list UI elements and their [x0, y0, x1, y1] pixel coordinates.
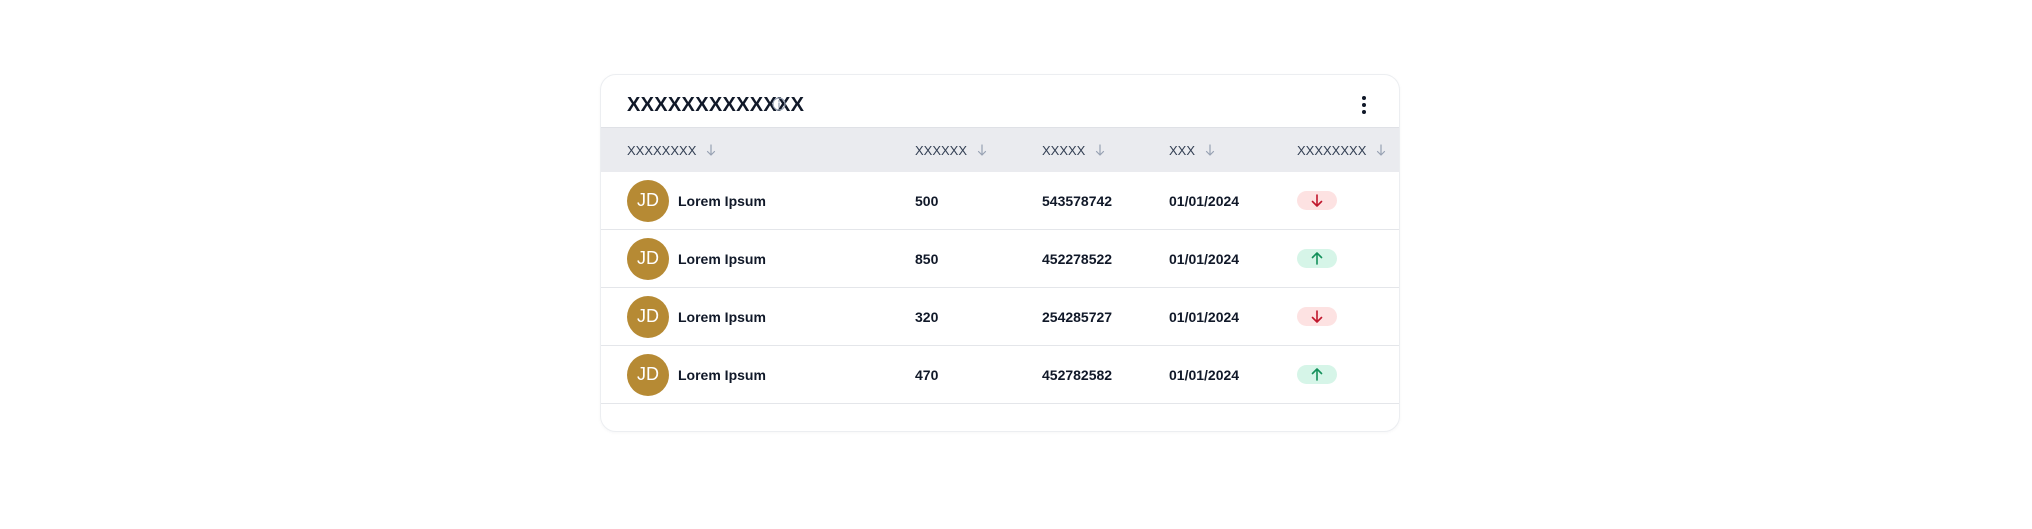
trend-badge [1297, 307, 1337, 326]
card-header: XXXXXXXXXXXXX [601, 75, 1399, 127]
value-cell: 470 [915, 366, 939, 383]
arrow-up-icon [1311, 368, 1323, 381]
value-cell: 320 [915, 308, 939, 325]
kebab-menu-icon[interactable] [1359, 95, 1369, 115]
arrow-down-icon[interactable] [977, 144, 987, 156]
column-header-2[interactable]: XXXXXX [915, 128, 987, 172]
trend-badge [1297, 249, 1337, 268]
column-header-1[interactable]: XXXXXXXX [627, 128, 716, 172]
column-header-label: XXXXXX [915, 142, 968, 158]
column-header-label: XXXXXXXX [1297, 142, 1367, 158]
date-cell: 01/01/2024 [1169, 192, 1240, 209]
code-cell: 543578742 [1042, 192, 1113, 209]
code-cell: 254285727 [1042, 308, 1113, 325]
name-cell: JD Lorem Ipsum [627, 230, 766, 287]
trend-badge [1297, 191, 1337, 210]
arrow-down-icon[interactable] [1095, 144, 1105, 156]
table-row[interactable]: JD Lorem Ipsum 850 452278522 01/01/2024 [601, 230, 1399, 288]
trend-cell [1297, 346, 1337, 403]
table-row[interactable]: JD Lorem Ipsum 500 543578742 01/01/2024 [601, 172, 1399, 230]
info-circle-icon[interactable] [772, 97, 786, 111]
value-cell: 500 [915, 192, 939, 209]
code-cell: 452278522 [1042, 250, 1113, 267]
arrow-up-icon [1311, 252, 1323, 265]
column-header-4[interactable]: XXX [1169, 128, 1215, 172]
trend-badge [1297, 365, 1337, 384]
row-name: Lorem Ipsum [678, 366, 766, 383]
trend-cell [1297, 230, 1337, 287]
arrow-down-icon[interactable] [706, 144, 716, 156]
date-cell: 01/01/2024 [1169, 250, 1240, 267]
column-header-3[interactable]: XXXXX [1042, 128, 1105, 172]
arrow-down-icon[interactable] [1205, 144, 1215, 156]
name-cell: JD Lorem Ipsum [627, 346, 766, 403]
avatar: JD [627, 295, 669, 338]
date-cell: 01/01/2024 [1169, 366, 1240, 383]
arrow-down-icon [1311, 194, 1323, 207]
avatar: JD [627, 353, 669, 396]
data-table-card: XXXXXXXXXXXXX XXXXXXXX XXXXXX XXXXX XXX [600, 74, 1400, 432]
trend-cell [1297, 288, 1337, 345]
value-cell: 850 [915, 250, 939, 267]
column-header-5[interactable]: XXXXXXXX [1297, 128, 1386, 172]
avatar: JD [627, 179, 669, 222]
row-name: Lorem Ipsum [678, 192, 766, 209]
avatar: JD [627, 237, 669, 280]
table-row[interactable]: JD Lorem Ipsum 320 254285727 01/01/2024 [601, 288, 1399, 346]
row-name: Lorem Ipsum [678, 250, 766, 267]
table-row[interactable]: JD Lorem Ipsum 470 452782582 01/01/2024 [601, 346, 1399, 404]
table-body: JD Lorem Ipsum 500 543578742 01/01/2024 … [601, 172, 1399, 404]
column-header-label: XXX [1169, 142, 1196, 158]
arrow-down-icon [1311, 310, 1323, 323]
name-cell: JD Lorem Ipsum [627, 172, 766, 229]
arrow-down-icon[interactable] [1376, 144, 1386, 156]
column-header-label: XXXXX [1042, 142, 1086, 158]
name-cell: JD Lorem Ipsum [627, 288, 766, 345]
column-header-label: XXXXXXXX [627, 142, 697, 158]
row-name: Lorem Ipsum [678, 308, 766, 325]
table-header: XXXXXXXX XXXXXX XXXXX XXX XXXXXXXX [601, 127, 1399, 172]
code-cell: 452782582 [1042, 366, 1113, 383]
date-cell: 01/01/2024 [1169, 308, 1240, 325]
trend-cell [1297, 172, 1337, 229]
